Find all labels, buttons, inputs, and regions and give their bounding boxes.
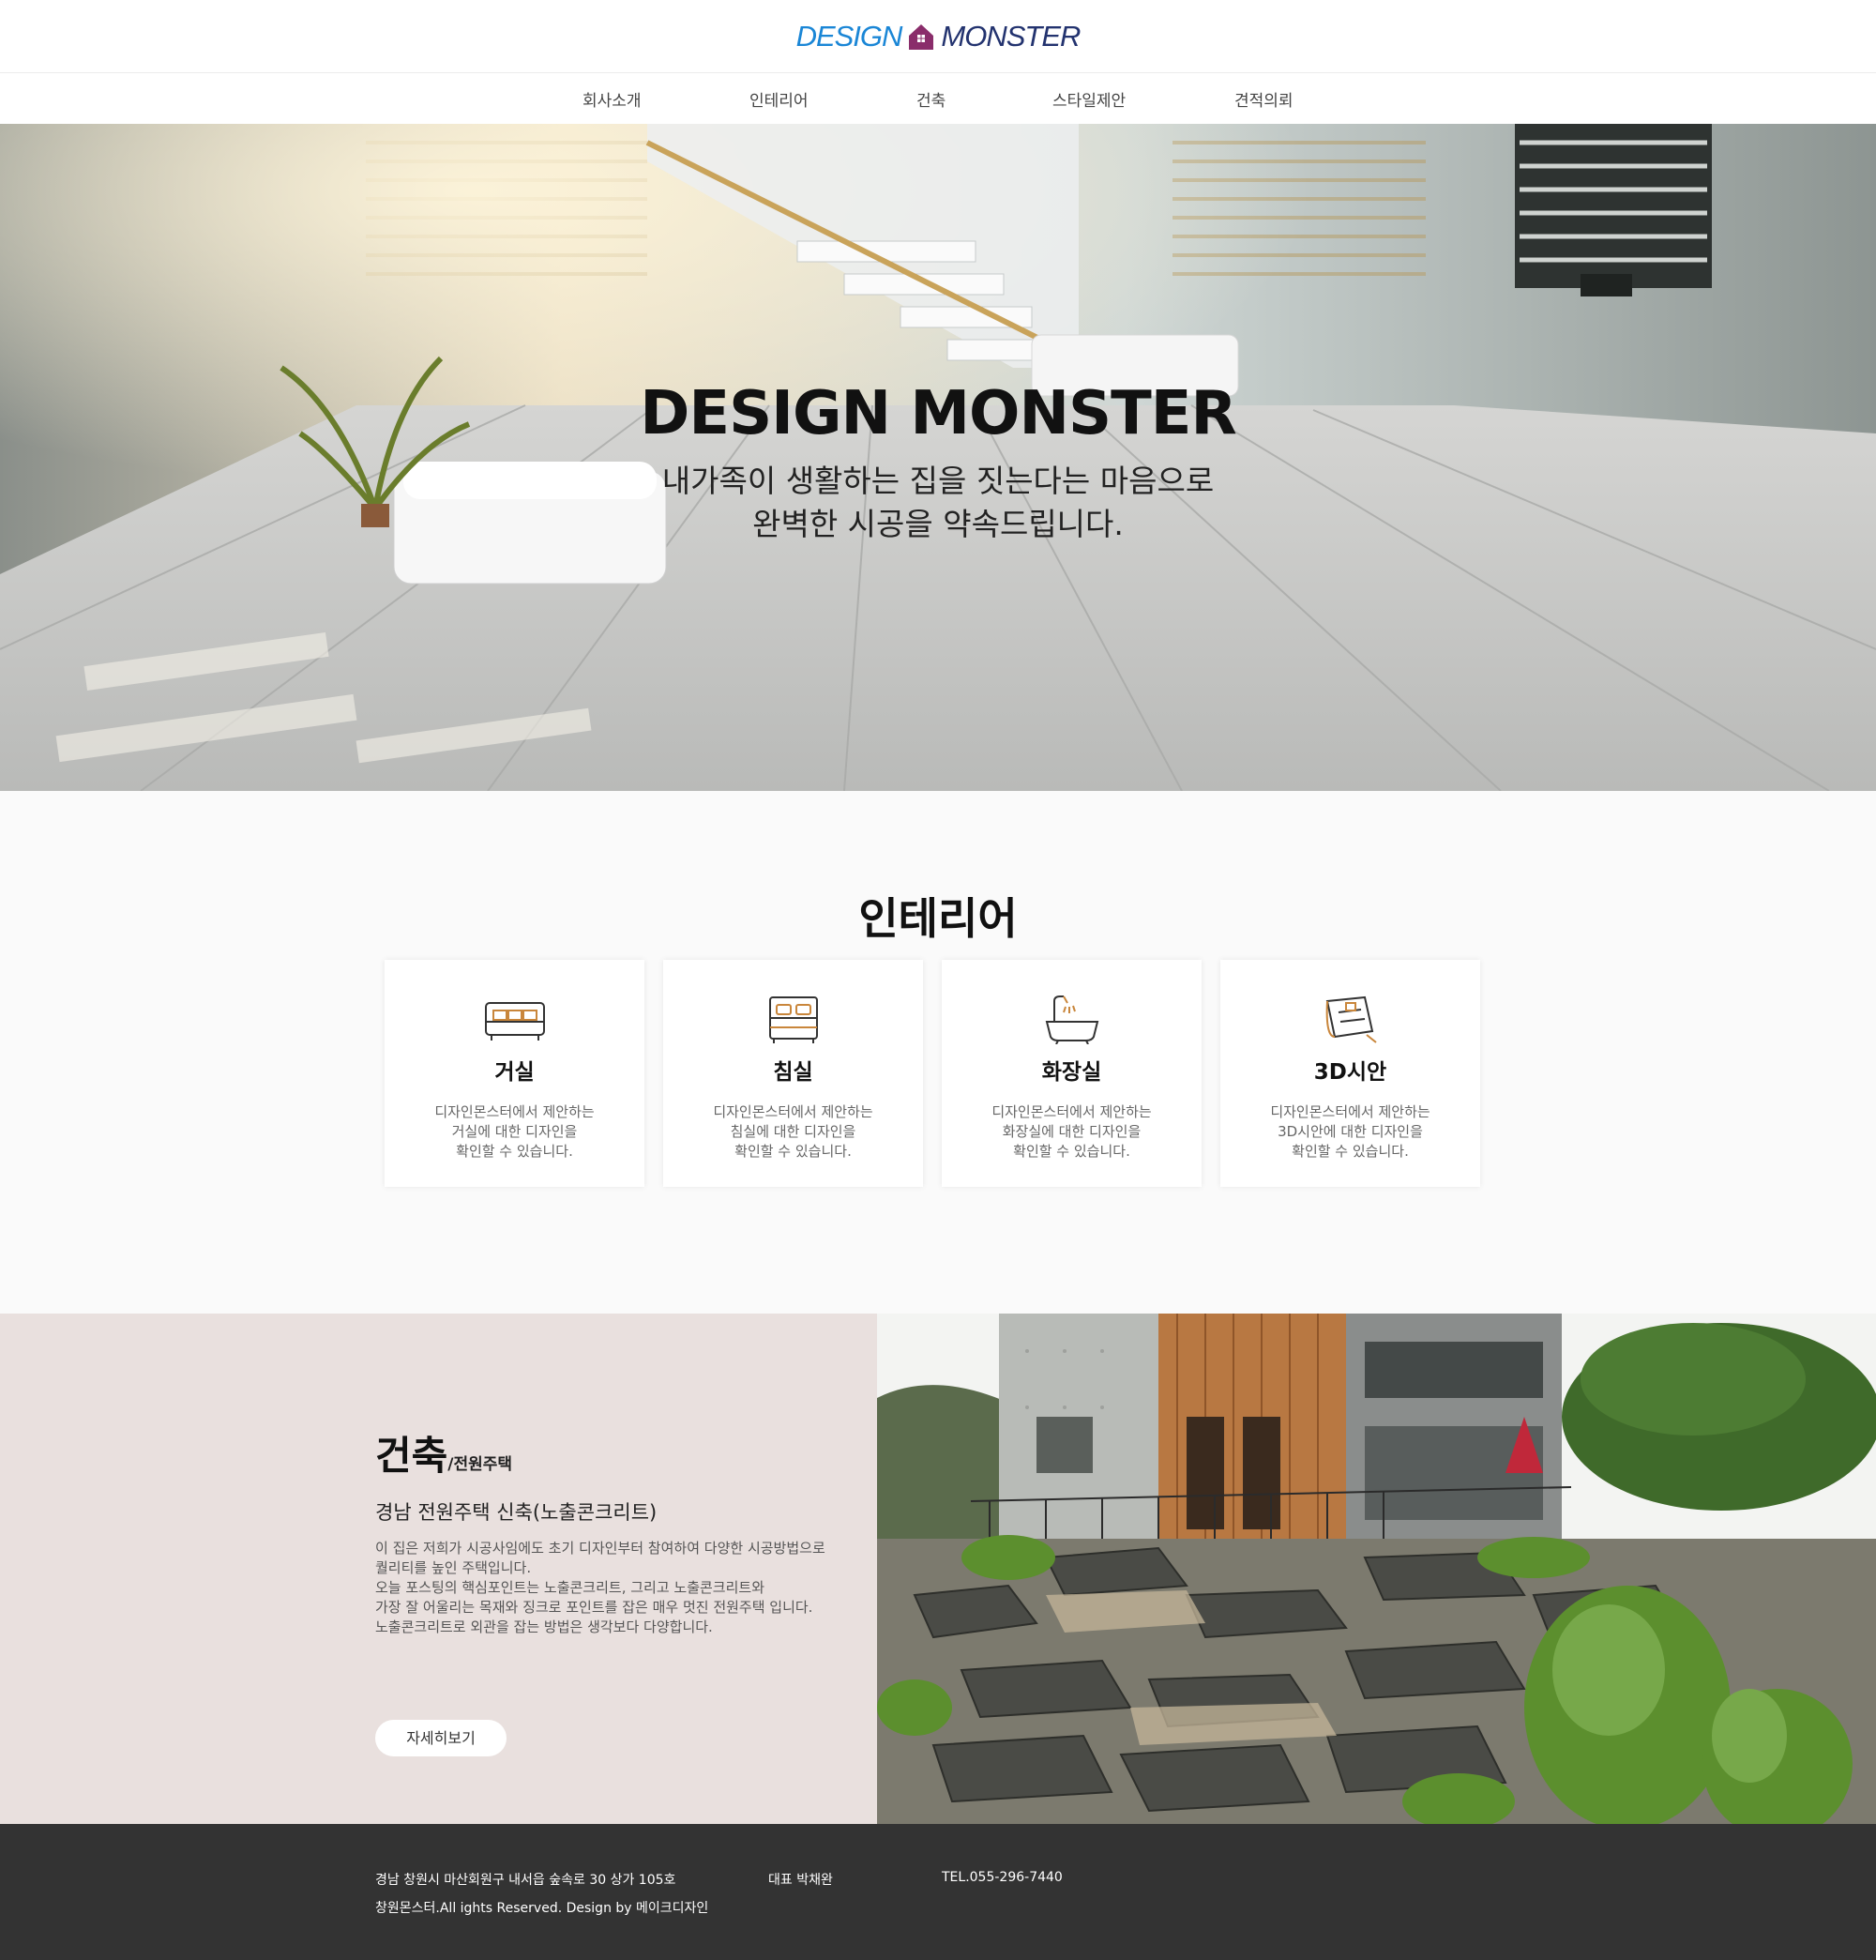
card-desc-line: 디자인몬스터에서 제안하는 bbox=[434, 1103, 595, 1120]
nav-item-estimate[interactable]: 견적의뢰 bbox=[1234, 87, 1294, 111]
architecture-text-panel: 건축/전원주택 경남 전원주택 신축(노출콘크리트) 이 집은 저희가 시공사임… bbox=[0, 1314, 877, 1824]
footer-address: 경남 창원시 마산회원구 내서읍 숲속로 30 상가 105호 bbox=[375, 1873, 676, 1888]
card-desc-line: 디자인몬스터에서 제안하는 bbox=[713, 1103, 873, 1120]
bed-icon bbox=[768, 996, 818, 1043]
card-3d-draft[interactable]: 3D시안 디자인몬스터에서 제안하는 3D시안에 대한 디자인을 확인할 수 있… bbox=[1220, 960, 1480, 1187]
card-desc-line: 확인할 수 있습니다. bbox=[1292, 1143, 1409, 1160]
hero-subtitle-line-1: 내가족이 생활하는 집을 짓는다는 마음으로 bbox=[661, 463, 1215, 499]
architecture-heading: 건축/전원주택 bbox=[375, 1424, 512, 1481]
hero-subtitle-line-2: 완벽한 시공을 약속드립니다. bbox=[752, 506, 1124, 542]
footer-copyright: 창원몬스터.All ights Reserved. Design by 메이크디… bbox=[375, 1901, 709, 1916]
main-nav: 회사소개 인테리어 건축 스타일제안 견적의뢰 bbox=[0, 73, 1876, 124]
nav-item-architecture[interactable]: 건축 bbox=[916, 87, 946, 111]
hero-text-block: DESIGN MONSTER 내가족이 생활하는 집을 짓는다는 마음으로 완벽… bbox=[0, 379, 1876, 546]
sofa-icon bbox=[484, 1002, 545, 1041]
description-line: 퀄리티를 높인 주택입니다. bbox=[375, 1559, 532, 1576]
footer-tel: TEL.055-296-7440 bbox=[942, 1870, 1063, 1885]
card-title: 거실 bbox=[494, 1060, 535, 1085]
card-bedroom[interactable]: 침실 디자인몬스터에서 제안하는 침실에 대한 디자인을 확인할 수 있습니다. bbox=[663, 960, 923, 1187]
card-desc-line: 확인할 수 있습니다. bbox=[734, 1143, 852, 1160]
nav-item-interior[interactable]: 인테리어 bbox=[749, 87, 809, 111]
house-icon bbox=[909, 23, 934, 50]
architecture-section: 건축/전원주택 경남 전원주택 신축(노출콘크리트) 이 집은 저희가 시공사임… bbox=[0, 1314, 1876, 1824]
site-logo[interactable]: DESIGN MONSTER bbox=[795, 19, 1082, 53]
card-living-room[interactable]: 거실 디자인몬스터에서 제안하는 거실에 대한 디자인을 확인할 수 있습니다. bbox=[385, 960, 644, 1187]
architecture-subtitle: 경남 전원주택 신축(노출콘크리트) bbox=[375, 1501, 658, 1524]
card-bathroom[interactable]: 화장실 디자인몬스터에서 제안하는 화장실에 대한 디자인을 확인할 수 있습니… bbox=[942, 960, 1202, 1187]
card-description: 디자인몬스터에서 제안하는 침실에 대한 디자인을 확인할 수 있습니다. bbox=[663, 1102, 923, 1162]
card-title: 3D시안 bbox=[1313, 1060, 1387, 1085]
logo-text-monster: MONSTER bbox=[941, 19, 1081, 53]
card-desc-line: 확인할 수 있습니다. bbox=[456, 1143, 573, 1160]
footer-ceo: 대표 박채완 bbox=[768, 1873, 833, 1888]
card-description: 디자인몬스터에서 제안하는 3D시안에 대한 디자인을 확인할 수 있습니다. bbox=[1220, 1102, 1480, 1162]
blueprint-icon bbox=[1325, 995, 1377, 1043]
logo-text-design: DESIGN bbox=[795, 19, 903, 53]
nav-item-style[interactable]: 스타일제안 bbox=[1052, 87, 1126, 111]
card-description: 디자인몬스터에서 제안하는 화장실에 대한 디자인을 확인할 수 있습니다. bbox=[942, 1102, 1202, 1162]
architecture-description: 이 집은 저희가 시공사임에도 초기 디자인부터 참여하여 다양한 시공방법으로… bbox=[375, 1539, 872, 1637]
card-desc-line: 거실에 대한 디자인을 bbox=[451, 1123, 578, 1140]
interior-section: 인테리어 거실 디자인몬스터에서 제안하는 거실에 대한 디자인을 확인할 수 … bbox=[0, 791, 1876, 1314]
card-desc-line: 디자인몬스터에서 제안하는 bbox=[991, 1103, 1152, 1120]
hero-title: DESIGN MONSTER bbox=[640, 379, 1237, 448]
card-description: 디자인몬스터에서 제안하는 거실에 대한 디자인을 확인할 수 있습니다. bbox=[385, 1102, 644, 1162]
card-desc-line: 3D시안에 대한 디자인을 bbox=[1278, 1123, 1423, 1140]
bathtub-icon bbox=[1045, 995, 1098, 1044]
nav-item-company[interactable]: 회사소개 bbox=[582, 87, 642, 111]
card-desc-line: 확인할 수 있습니다. bbox=[1013, 1143, 1130, 1160]
card-desc-line: 침실에 대한 디자인을 bbox=[730, 1123, 856, 1140]
description-line: 이 집은 저희가 시공사임에도 초기 디자인부터 참여하여 다양한 시공방법으로 bbox=[375, 1540, 825, 1557]
view-more-button[interactable]: 자세히보기 bbox=[375, 1720, 507, 1756]
card-desc-line: 화장실에 대한 디자인을 bbox=[1002, 1123, 1142, 1140]
architecture-house-photo bbox=[877, 1314, 1876, 1824]
interior-section-title: 인테리어 bbox=[858, 893, 1018, 944]
card-desc-line: 디자인몬스터에서 제안하는 bbox=[1270, 1103, 1430, 1120]
site-footer: 경남 창원시 마산회원구 내서읍 숲속로 30 상가 105호 대표 박채완 T… bbox=[0, 1824, 1876, 1960]
description-line: 가장 잘 어울리는 목재와 징크로 포인트를 잡은 매우 멋진 전원주택 입니다… bbox=[375, 1599, 813, 1616]
logo-bar: DESIGN MONSTER bbox=[0, 0, 1876, 73]
house-photo-image bbox=[877, 1314, 1876, 1824]
hero-banner: DESIGN MONSTER 내가족이 생활하는 집을 짓는다는 마음으로 완벽… bbox=[0, 124, 1876, 791]
card-title: 화장실 bbox=[1041, 1060, 1102, 1085]
interior-card-list: 거실 디자인몬스터에서 제안하는 거실에 대한 디자인을 확인할 수 있습니다. bbox=[385, 960, 1480, 1187]
description-line: 노출콘크리트로 외관을 잡는 방법은 생각보다 다양합니다. bbox=[375, 1618, 713, 1635]
architecture-heading-main: 건축 bbox=[375, 1433, 448, 1479]
card-title: 침실 bbox=[773, 1060, 813, 1085]
architecture-heading-sub: /전원주택 bbox=[447, 1455, 513, 1474]
description-line: 오늘 포스팅의 핵심포인트는 노출콘크리트, 그리고 노출콘크리트와 bbox=[375, 1579, 765, 1596]
